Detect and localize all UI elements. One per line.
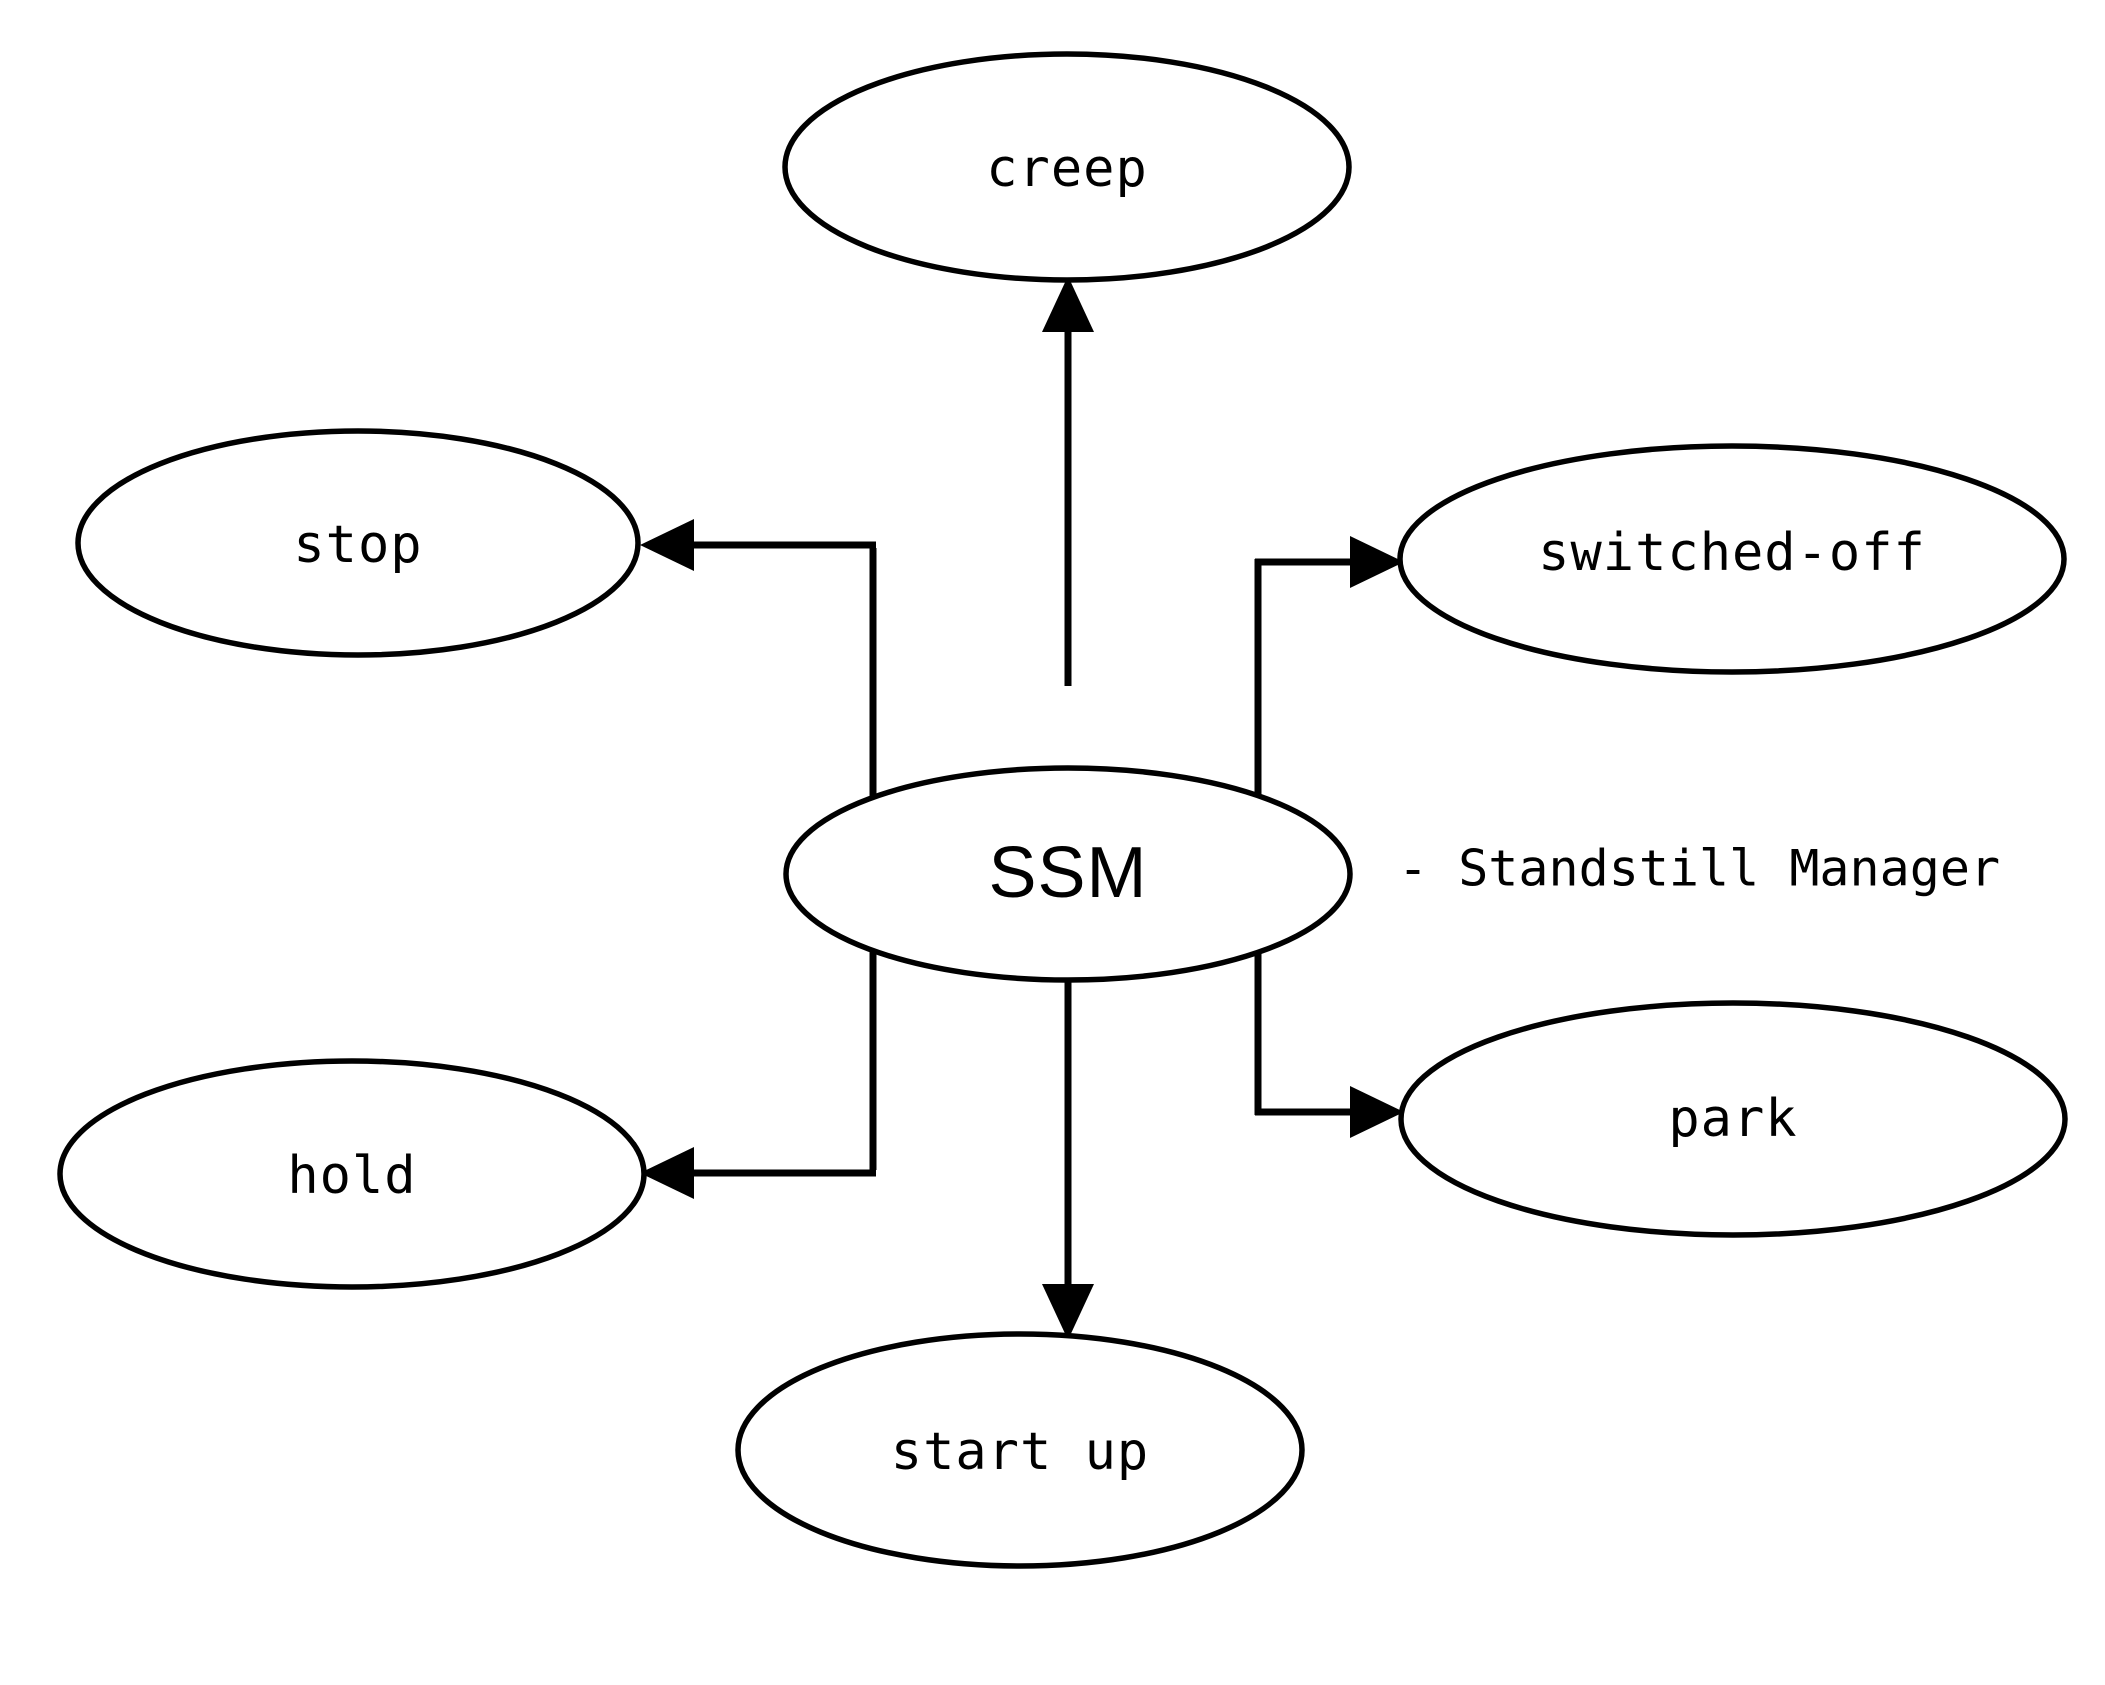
edge-ssm-to-park xyxy=(1255,1086,1404,1138)
node-park[interactable]: park xyxy=(1398,1000,2068,1238)
arrowhead-right-park xyxy=(1350,1086,1404,1138)
node-ssm[interactable]: SSM xyxy=(783,765,1353,983)
node-hold[interactable]: hold xyxy=(57,1058,647,1290)
node-stop-label: stop xyxy=(293,515,422,575)
node-creep[interactable]: creep xyxy=(782,51,1352,283)
diagram-canvas: creep stop switched-off hold park start … xyxy=(0,0,2105,1685)
edge-ssm-to-hold xyxy=(640,1147,876,1199)
node-start-up-label: start up xyxy=(891,1422,1149,1482)
node-switched-off-label: switched-off xyxy=(1538,523,1926,583)
edge-ssm-to-creep xyxy=(1042,276,1094,686)
arrowhead-down-start-up xyxy=(1042,1284,1094,1340)
node-park-label: park xyxy=(1668,1089,1797,1149)
arrowhead-left-stop xyxy=(640,519,694,571)
arrowhead-up-creep xyxy=(1042,276,1094,332)
edge-ssm-to-start-up xyxy=(1042,974,1094,1340)
arrowhead-right-switched-off xyxy=(1350,536,1404,588)
node-creep-label: creep xyxy=(986,139,1148,199)
state-diagram-svg: creep stop switched-off hold park start … xyxy=(57,51,2068,1569)
ssm-legend-text: - Standstill Manager xyxy=(1398,840,2000,898)
node-switched-off[interactable]: switched-off xyxy=(1397,443,2067,675)
arrowhead-left-hold xyxy=(640,1147,694,1199)
node-start-up[interactable]: start up xyxy=(735,1331,1305,1569)
node-ssm-label: SSM xyxy=(988,833,1147,913)
node-hold-label: hold xyxy=(287,1146,416,1206)
node-stop[interactable]: stop xyxy=(75,428,641,658)
